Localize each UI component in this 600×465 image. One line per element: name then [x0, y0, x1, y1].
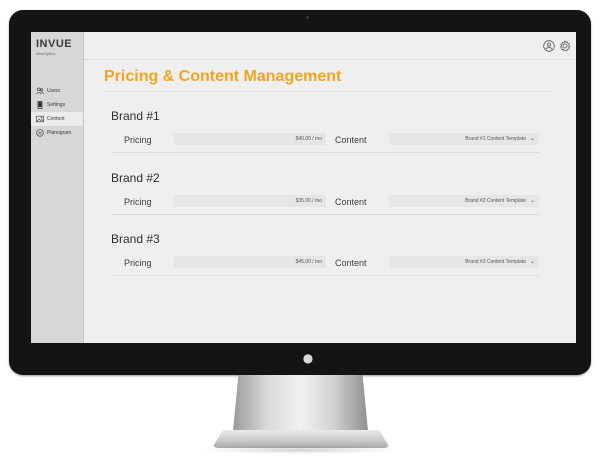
monitor-mockup: INVUE InterOptics Users Settings Content…	[0, 0, 600, 465]
sidebar-item-planogram[interactable]: Planogram	[31, 126, 83, 140]
monitor-stand	[233, 375, 368, 431]
page-title: Pricing & Content Management	[104, 68, 342, 85]
stand-shadow	[200, 446, 400, 454]
chevron-down-icon: ⌄	[529, 136, 535, 142]
brand-name: Brand #2	[111, 171, 160, 185]
content-template-dropdown[interactable]: Brand #2 Content Template ⌄	[389, 195, 539, 207]
brand-name: Brand #1	[111, 109, 160, 123]
row-divider	[111, 275, 539, 276]
device-icon	[36, 101, 44, 109]
pricing-input[interactable]: $45.00 / mo	[174, 256, 326, 268]
content-label: Content	[335, 197, 367, 207]
sidebar-item-label: Content	[47, 116, 65, 122]
app-logo-tagline: InterOptics	[36, 51, 56, 56]
content-label: Content	[335, 135, 367, 145]
sidebar-item-settings[interactable]: Settings	[31, 98, 83, 112]
sidebar-item-label: Planogram	[47, 130, 72, 136]
sidebar: INVUE InterOptics Users Settings Content…	[31, 32, 84, 343]
gear-icon[interactable]	[559, 39, 571, 52]
chevron-down-icon: ⌄	[529, 198, 535, 204]
pricing-input[interactable]: $40.00 / mo	[174, 133, 326, 145]
camera-dot	[306, 16, 309, 19]
row-divider	[111, 214, 539, 215]
sidebar-item-label: Settings	[47, 102, 66, 108]
brand-section: Brand #3 Pricing $45.00 / mo Content Bra…	[111, 232, 539, 292]
main-content: Pricing & Content Management Brand #1 Pr…	[84, 60, 576, 343]
sidebar-item-label: Users	[47, 88, 61, 94]
users-icon	[36, 87, 44, 95]
content-template-value: Brand #3 Content Template	[465, 259, 526, 265]
user-icon[interactable]	[543, 39, 555, 52]
screen: INVUE InterOptics Users Settings Content…	[31, 32, 576, 343]
content-template-dropdown[interactable]: Brand #1 Content Template ⌄	[389, 133, 539, 145]
row-divider	[111, 152, 539, 153]
sidebar-item-content[interactable]: Content	[31, 112, 83, 126]
content-template-value: Brand #2 Content Template	[465, 198, 526, 204]
content-template-value: Brand #1 Content Template	[465, 136, 526, 142]
app-logo: INVUE	[36, 38, 73, 50]
apple-logo-icon: ●	[302, 351, 314, 365]
brand-name: Brand #3	[111, 232, 160, 246]
brand-section: Brand #2 Pricing $35.00 / mo Content Bra…	[111, 171, 539, 231]
pricing-label: Pricing	[124, 197, 152, 207]
brand-section: Brand #1 Pricing $40.00 / mo Content Bra…	[111, 109, 539, 169]
pricing-label: Pricing	[124, 135, 152, 145]
sidebar-nav: Users Settings Content Planogram	[31, 84, 83, 140]
image-icon	[36, 115, 44, 123]
chevron-down-icon: ⌄	[529, 259, 535, 265]
pricing-input[interactable]: $35.00 / mo	[174, 195, 326, 207]
content-template-dropdown[interactable]: Brand #3 Content Template ⌄	[389, 256, 539, 268]
planogram-icon	[36, 129, 44, 137]
top-bar	[84, 32, 576, 60]
content-label: Content	[335, 258, 367, 268]
title-divider	[104, 91, 552, 92]
pricing-label: Pricing	[124, 258, 152, 268]
sidebar-item-users[interactable]: Users	[31, 84, 83, 98]
